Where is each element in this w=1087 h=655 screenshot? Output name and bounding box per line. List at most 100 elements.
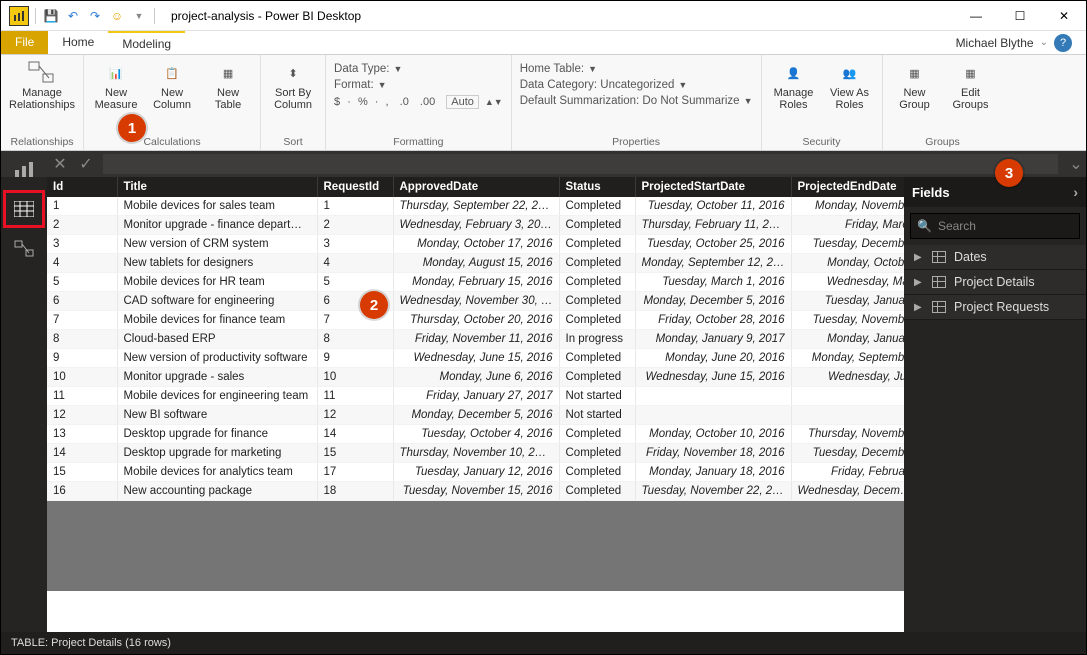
cell[interactable]: 15 <box>47 463 117 482</box>
cell[interactable]: Completed <box>559 216 635 235</box>
cell[interactable]: Monday, September <box>791 349 904 368</box>
table-row[interactable]: 7Mobile devices for finance team7Thursda… <box>47 311 904 330</box>
cell[interactable]: Completed <box>559 463 635 482</box>
precision-auto-button[interactable]: Auto <box>446 95 479 109</box>
data-view-icon[interactable] <box>4 191 44 227</box>
fields-search-input[interactable]: 🔍 Search <box>910 213 1080 239</box>
home-table-dropdown[interactable]: Home Table:▼ <box>520 63 753 75</box>
fields-table-item[interactable]: ▶Dates <box>904 245 1086 270</box>
cell[interactable]: Friday, February <box>791 463 904 482</box>
cell[interactable]: Completed <box>559 254 635 273</box>
cell[interactable]: Tuesday, October 4, 2016 <box>393 425 559 444</box>
cell[interactable]: Wednesday, December <box>791 482 904 501</box>
cell[interactable]: 6 <box>47 292 117 311</box>
redo-icon[interactable]: ↷ <box>86 7 104 25</box>
new-measure-button[interactable]: 📊New Measure <box>92 59 140 111</box>
cell[interactable]: Monday, August 15, 2016 <box>393 254 559 273</box>
table-row[interactable]: 2Monitor upgrade - finance department2We… <box>47 216 904 235</box>
cell[interactable]: Tuesday, January <box>791 292 904 311</box>
tab-file[interactable]: File <box>1 31 48 54</box>
cell[interactable]: Monday, January 18, 2016 <box>635 463 791 482</box>
collapse-pane-icon[interactable]: › <box>1073 184 1078 200</box>
cell[interactable]: 12 <box>317 406 393 425</box>
decimal-decrease-button[interactable]: .0 <box>400 96 409 108</box>
cell[interactable]: Wednesday, June 15, 2016 <box>635 368 791 387</box>
cell[interactable]: 1 <box>317 197 393 216</box>
currency-button[interactable]: $ <box>334 96 340 108</box>
table-row[interactable]: 1Mobile devices for sales team1Thursday,… <box>47 197 904 216</box>
cell[interactable]: 5 <box>317 273 393 292</box>
cell[interactable]: Monday, June 6, 2016 <box>393 368 559 387</box>
column-header[interactable]: ApprovedDate <box>393 177 559 197</box>
cell[interactable]: Completed <box>559 292 635 311</box>
cell[interactable]: Monitor upgrade - finance department <box>117 216 317 235</box>
cell[interactable]: Completed <box>559 482 635 501</box>
cell[interactable]: Wednesday, November 30, 2016 <box>393 292 559 311</box>
maximize-button[interactable]: ☐ <box>998 1 1042 31</box>
cell[interactable]: Friday, January 27, 2017 <box>393 387 559 406</box>
cell[interactable]: Not started <box>559 387 635 406</box>
cell[interactable]: Friday, March <box>791 216 904 235</box>
cancel-formula-icon[interactable]: ✕ <box>47 153 73 175</box>
cell[interactable]: 8 <box>47 330 117 349</box>
cell[interactable]: Monday, June 20, 2016 <box>635 349 791 368</box>
tab-home[interactable]: Home <box>48 31 108 54</box>
cell[interactable]: 2 <box>47 216 117 235</box>
default-summarization-dropdown[interactable]: Default Summarization: Do Not Summarize▼ <box>520 95 753 107</box>
new-group-button[interactable]: ▦New Group <box>891 59 939 111</box>
data-grid[interactable]: IdTitleRequestIdApprovedDateStatusProjec… <box>47 177 904 632</box>
cell[interactable]: Mobile devices for HR team <box>117 273 317 292</box>
manage-relationships-button[interactable]: Manage Relationships <box>9 59 75 111</box>
cell[interactable]: Mobile devices for analytics team <box>117 463 317 482</box>
comma-button[interactable]: , <box>386 96 389 108</box>
cell[interactable]: 17 <box>317 463 393 482</box>
cell[interactable]: 11 <box>317 387 393 406</box>
cell[interactable]: 18 <box>317 482 393 501</box>
cell[interactable]: Mobile devices for sales team <box>117 197 317 216</box>
cell[interactable] <box>791 387 904 406</box>
table-row[interactable]: 9New version of productivity software9We… <box>47 349 904 368</box>
cell[interactable]: New version of productivity software <box>117 349 317 368</box>
cell[interactable]: In progress <box>559 330 635 349</box>
tab-modeling[interactable]: Modeling <box>108 31 185 54</box>
cell[interactable]: Monday, December 5, 2016 <box>635 292 791 311</box>
save-icon[interactable]: 💾 <box>42 7 60 25</box>
cell[interactable]: 10 <box>47 368 117 387</box>
cell[interactable]: Wednesday, February 3, 2016 <box>393 216 559 235</box>
close-button[interactable]: ✕ <box>1042 1 1086 31</box>
cell[interactable] <box>635 406 791 425</box>
cell[interactable]: 13 <box>47 425 117 444</box>
cell[interactable]: 11 <box>47 387 117 406</box>
cell[interactable]: New BI software <box>117 406 317 425</box>
cell[interactable]: Completed <box>559 311 635 330</box>
table-row[interactable]: 12New BI software12Monday, December 5, 2… <box>47 406 904 425</box>
cell[interactable]: Tuesday, November 22, 2016 <box>635 482 791 501</box>
column-header[interactable]: Id <box>47 177 117 197</box>
cell[interactable]: Tuesday, November 15, 2016 <box>393 482 559 501</box>
qat-dropdown-icon[interactable]: ▼ <box>130 7 148 25</box>
cell[interactable]: Monday, January 9, 2017 <box>635 330 791 349</box>
cell[interactable]: Wednesday, May <box>791 273 904 292</box>
cell[interactable]: Thursday, October 20, 2016 <box>393 311 559 330</box>
percent-button[interactable]: % <box>358 96 368 108</box>
cell[interactable]: Tuesday, March 1, 2016 <box>635 273 791 292</box>
cell[interactable] <box>791 406 904 425</box>
cell[interactable]: Desktop upgrade for marketing <box>117 444 317 463</box>
edit-groups-button[interactable]: ▦Edit Groups <box>947 59 995 111</box>
table-row[interactable]: 4New tablets for designers4Monday, Augus… <box>47 254 904 273</box>
cell[interactable]: Friday, October 28, 2016 <box>635 311 791 330</box>
table-row[interactable]: 11Mobile devices for engineering team11F… <box>47 387 904 406</box>
table-row[interactable]: 16New accounting package18Tuesday, Novem… <box>47 482 904 501</box>
cell[interactable]: Completed <box>559 349 635 368</box>
cell[interactable]: Mobile devices for finance team <box>117 311 317 330</box>
cell[interactable]: 14 <box>317 425 393 444</box>
cell[interactable]: New accounting package <box>117 482 317 501</box>
column-header[interactable]: ProjectedEndDate <box>791 177 904 197</box>
cell[interactable]: Completed <box>559 197 635 216</box>
cell[interactable]: Monday, December 5, 2016 <box>393 406 559 425</box>
cell[interactable]: Tuesday, October 11, 2016 <box>635 197 791 216</box>
cell[interactable]: Wednesday, July <box>791 368 904 387</box>
cell[interactable]: 10 <box>317 368 393 387</box>
column-header[interactable]: RequestId <box>317 177 393 197</box>
cell[interactable]: Monday, October 17, 2016 <box>393 235 559 254</box>
